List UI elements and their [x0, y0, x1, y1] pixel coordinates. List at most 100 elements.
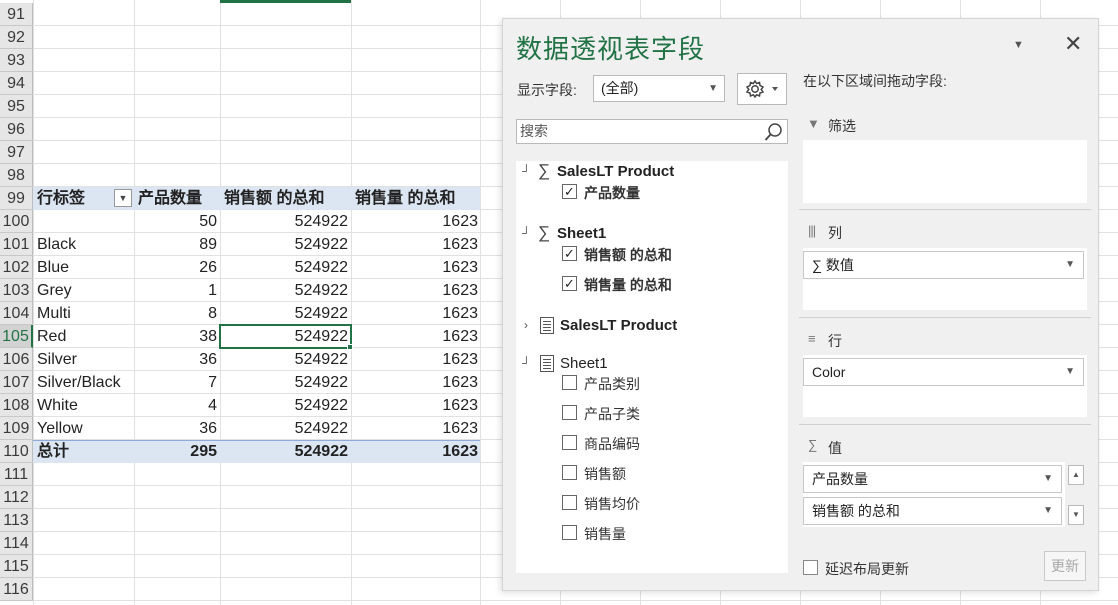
- values-item-qty[interactable]: 产品数量 ▼: [803, 465, 1062, 493]
- pivot-cell-qty[interactable]: 36: [134, 417, 217, 440]
- collapse-icon[interactable]: ┘: [522, 356, 531, 370]
- checkbox-checked[interactable]: ✓: [562, 184, 577, 199]
- pivot-cell-sales[interactable]: 524922: [220, 417, 348, 440]
- pivot-row-label[interactable]: Grey: [37, 279, 134, 302]
- row-header[interactable]: 116: [0, 578, 33, 601]
- pivot-row-label[interactable]: [37, 210, 134, 233]
- expand-chevron-icon[interactable]: ›: [524, 318, 528, 332]
- pivot-row-label[interactable]: Multi: [37, 302, 134, 325]
- pivot-header-sales[interactable]: 销售额 的总和: [224, 187, 350, 210]
- row-header[interactable]: 114: [0, 532, 33, 555]
- checkbox-unchecked[interactable]: [562, 495, 577, 510]
- close-icon[interactable]: ✕: [1064, 33, 1082, 55]
- pivot-row-label[interactable]: Red: [37, 325, 134, 348]
- row-header[interactable]: 106: [0, 348, 33, 371]
- show-fields-dropdown[interactable]: (全部) ▼: [593, 75, 725, 102]
- pivot-cell-sales[interactable]: 524922: [220, 256, 348, 279]
- row-header[interactable]: 108: [0, 394, 33, 417]
- pivot-cell-qty[interactable]: 1: [134, 279, 217, 302]
- pivot-cell-volume[interactable]: 1623: [351, 417, 478, 440]
- field-settings-button[interactable]: [737, 73, 787, 105]
- row-header[interactable]: 101: [0, 233, 33, 256]
- pivot-header-row-label[interactable]: 行标签: [37, 187, 117, 210]
- pane-options-chevron-icon[interactable]: ▼: [1013, 39, 1024, 51]
- pivot-cell-volume[interactable]: 1623: [351, 279, 478, 302]
- filter-area[interactable]: [803, 140, 1087, 203]
- row-header[interactable]: 102: [0, 256, 33, 279]
- pivot-cell-volume[interactable]: 1623: [351, 256, 478, 279]
- pivot-total-volume[interactable]: 1623: [351, 440, 478, 463]
- row-header[interactable]: 105: [0, 325, 33, 348]
- pivot-header-qty[interactable]: 产品数量: [138, 187, 218, 210]
- pivot-cell-sales[interactable]: 524922: [220, 233, 348, 256]
- pivot-cell-sales[interactable]: 524922: [220, 371, 348, 394]
- pivot-cell-qty[interactable]: 89: [134, 233, 217, 256]
- checkbox-unchecked[interactable]: [562, 525, 577, 540]
- row-header[interactable]: 112: [0, 486, 33, 509]
- scroll-down-icon[interactable]: ▼: [1068, 505, 1084, 525]
- pivot-cell-sales[interactable]: 524922: [220, 210, 348, 233]
- row-header[interactable]: 95: [0, 95, 33, 118]
- pivot-cell-volume[interactable]: 1623: [351, 348, 478, 371]
- checkbox-unchecked[interactable]: [562, 435, 577, 450]
- defer-update-checkbox[interactable]: [803, 560, 818, 575]
- row-header[interactable]: 98: [0, 164, 33, 187]
- pivot-total-label[interactable]: 总计: [37, 440, 134, 463]
- pivot-cell-qty[interactable]: 4: [134, 394, 217, 417]
- pivot-cell-qty[interactable]: 8: [134, 302, 217, 325]
- pivot-cell-sales[interactable]: 524922: [220, 279, 348, 302]
- row-header[interactable]: 113: [0, 509, 33, 532]
- pivot-cell-volume[interactable]: 1623: [351, 325, 478, 348]
- rows-item-color[interactable]: Color ▼: [803, 358, 1084, 386]
- pivot-header-volume[interactable]: 销售量 的总和: [355, 187, 479, 210]
- checkbox-unchecked[interactable]: [562, 375, 577, 390]
- pivot-row-label[interactable]: Black: [37, 233, 134, 256]
- row-header[interactable]: 92: [0, 26, 33, 49]
- row-header[interactable]: 111: [0, 463, 33, 486]
- row-header[interactable]: 97: [0, 141, 33, 164]
- checkbox-unchecked[interactable]: [562, 405, 577, 420]
- pivot-cell-qty[interactable]: 26: [134, 256, 217, 279]
- collapse-icon[interactable]: ┘: [522, 164, 531, 178]
- columns-item-values[interactable]: ∑ 数值 ▼: [803, 251, 1084, 279]
- row-header[interactable]: 109: [0, 417, 33, 440]
- pivot-cell-qty[interactable]: 50: [134, 210, 217, 233]
- values-item-sales[interactable]: 销售额 的总和 ▼: [803, 497, 1062, 525]
- row-header[interactable]: 103: [0, 279, 33, 302]
- row-header[interactable]: 104: [0, 302, 33, 325]
- pivot-row-label[interactable]: Silver/Black: [37, 371, 134, 394]
- pivot-row-label[interactable]: Yellow: [37, 417, 134, 440]
- row-header[interactable]: 93: [0, 49, 33, 72]
- row-header[interactable]: 91: [0, 3, 33, 26]
- pivot-row-label[interactable]: White: [37, 394, 134, 417]
- pivot-cell-qty[interactable]: 36: [134, 348, 217, 371]
- filter-dropdown-icon[interactable]: ▼: [114, 189, 132, 207]
- scroll-up-icon[interactable]: ▲: [1068, 465, 1084, 485]
- pivot-cell-sales[interactable]: 524922: [220, 348, 348, 371]
- pivot-cell-qty[interactable]: 7: [134, 371, 217, 394]
- field-search-input[interactable]: 搜索: [516, 119, 788, 144]
- row-header[interactable]: 115: [0, 555, 33, 578]
- row-header[interactable]: 99: [0, 187, 33, 210]
- pivot-cell-volume[interactable]: 1623: [351, 233, 478, 256]
- checkbox-unchecked[interactable]: [562, 465, 577, 480]
- pivot-cell-volume[interactable]: 1623: [351, 210, 478, 233]
- pivot-cell-volume[interactable]: 1623: [351, 371, 478, 394]
- fill-handle[interactable]: [347, 344, 353, 350]
- row-header[interactable]: 94: [0, 72, 33, 95]
- row-header[interactable]: 96: [0, 118, 33, 141]
- row-header[interactable]: 110: [0, 440, 33, 463]
- pivot-row-label[interactable]: Blue: [37, 256, 134, 279]
- update-button[interactable]: 更新: [1044, 551, 1086, 581]
- pivot-total-sales[interactable]: 524922: [220, 440, 348, 463]
- pivot-cell-volume[interactable]: 1623: [351, 302, 478, 325]
- pivot-cell-sales[interactable]: 524922: [220, 394, 348, 417]
- row-header[interactable]: 100: [0, 210, 33, 233]
- checkbox-checked[interactable]: ✓: [562, 246, 577, 261]
- pivot-cell-volume[interactable]: 1623: [351, 394, 478, 417]
- pivot-row-label[interactable]: Silver: [37, 348, 134, 371]
- checkbox-checked[interactable]: ✓: [562, 276, 577, 291]
- field-list[interactable]: ┘ ∑ SalesLT Product ✓ 产品数量 ┘ ∑ Sheet1 ✓ …: [516, 161, 788, 573]
- pivot-total-qty[interactable]: 295: [134, 440, 217, 463]
- pivot-cell-qty[interactable]: 38: [134, 325, 217, 348]
